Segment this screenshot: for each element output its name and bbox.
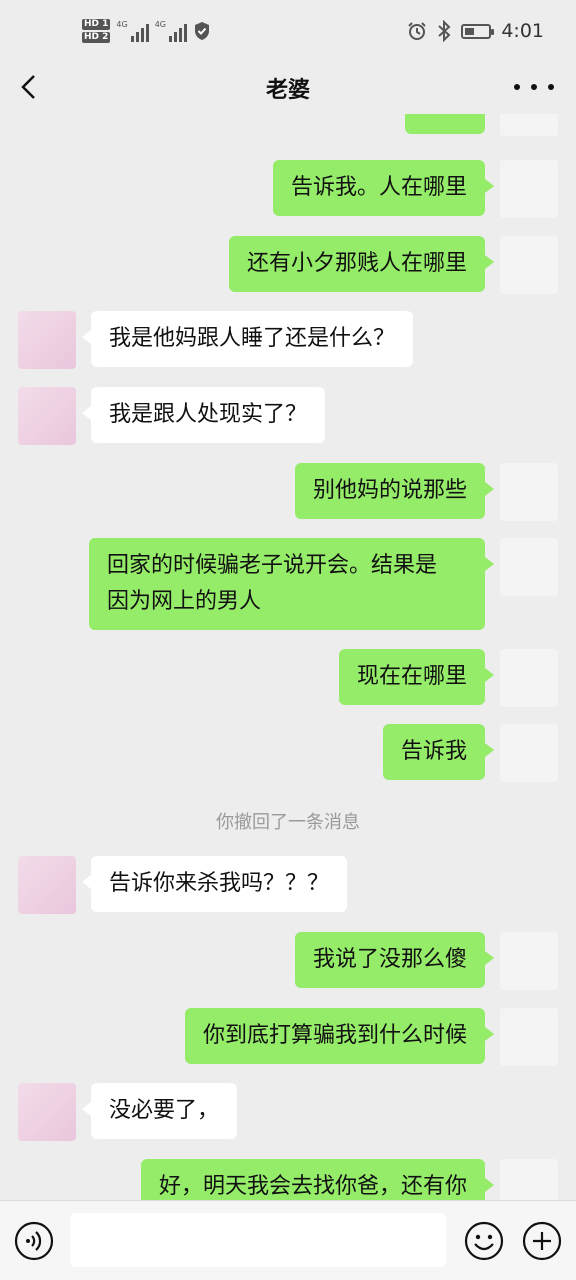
shield-icon — [195, 22, 209, 40]
system-message: 你撤回了一条消息 — [216, 812, 360, 833]
my-message-bubble[interactable]: 回家的时候骗老子说开会。结果是 因为网上的男人 — [89, 538, 494, 630]
my-message-bubble[interactable]: 告诉我 — [382, 724, 495, 780]
message-text: 没必要了， — [109, 1098, 220, 1123]
message-text: 我是他妈跟人睡了还是什么？ — [109, 326, 396, 351]
my-message-bubble[interactable]: 还有小夕那贱人在哪里 — [228, 236, 495, 292]
my-avatar[interactable] — [500, 649, 558, 707]
contact-avatar[interactable] — [18, 387, 76, 445]
alarm-icon — [408, 22, 427, 40]
plus-icon[interactable] — [522, 1221, 562, 1261]
more-dots-icon[interactable] — [514, 72, 554, 102]
my-message-bubble[interactable]: 别他妈的说那些 — [294, 463, 495, 519]
signal-icon-2: 4G — [155, 20, 187, 42]
hd2-badge: HD 2 — [82, 32, 111, 43]
message-text: 我说了没那么傻 — [312, 947, 467, 972]
contact-message-bubble[interactable]: 没必要了， — [81, 1083, 238, 1139]
message-text: 别他妈的说那些 — [312, 478, 467, 503]
my-message-bubble[interactable]: 你到底打算骗我到什么时候 — [184, 1008, 495, 1064]
contact-avatar[interactable] — [18, 311, 76, 369]
status-left: HD 1 HD 2 4G 4G — [82, 14, 211, 48]
my-avatar[interactable] — [500, 724, 558, 782]
contact-message-bubble[interactable]: 告诉你来杀我吗？？？ — [81, 856, 348, 912]
title-bar: 老婆 — [0, 60, 576, 114]
message-text: 还有小夕那贱人在哪里 — [246, 251, 467, 276]
contact-message-bubble[interactable]: 我是跟人处现实了？ — [81, 387, 326, 443]
my-avatar[interactable] — [500, 1008, 558, 1066]
clock: 4:01 — [501, 20, 544, 42]
my-message-bubble[interactable]: 好，明天我会去找你爸，还有你 — [140, 1159, 495, 1200]
message-input[interactable] — [70, 1213, 446, 1267]
contact-avatar[interactable] — [18, 1083, 76, 1141]
status-bar: HD 1 HD 2 4G 4G 4:01 — [0, 0, 576, 60]
battery-icon — [461, 23, 495, 39]
network-type-2: 4G — [154, 20, 166, 29]
bluetooth-icon — [438, 20, 451, 42]
my-message-bubble[interactable]: 现在 — [404, 114, 485, 134]
hd-badges: HD 1 HD 2 — [82, 19, 111, 43]
my-avatar[interactable] — [500, 463, 558, 521]
my-avatar[interactable] — [500, 538, 558, 596]
signal-icon-1: 4G — [116, 20, 149, 42]
chat-area[interactable]: 现在 告诉我。人在哪里 还有小夕那贱人在哪里 我是他妈跟人睡了还是什么？ 我是跟… — [0, 114, 576, 1200]
message-text: 你到底打算骗我到什么时候 — [202, 1023, 467, 1048]
message-text: 告诉你来杀我吗？？？ — [109, 871, 330, 896]
message-text: 好，明天我会去找你爸，还有你 — [158, 1174, 467, 1199]
network-type-1: 4G — [116, 20, 128, 29]
my-avatar[interactable] — [500, 114, 558, 136]
status-right: 4:01 — [407, 16, 544, 46]
my-message-bubble[interactable]: 现在在哪里 — [338, 649, 495, 705]
voice-icon[interactable] — [14, 1221, 54, 1261]
message-text: 我是跟人处现实了？ — [109, 402, 308, 427]
my-message-bubble[interactable]: 告诉我。人在哪里 — [272, 160, 495, 216]
message-text: 告诉我 — [400, 739, 467, 764]
input-bar — [0, 1200, 576, 1280]
message-text-line-2: 因为网上的男人 — [107, 589, 262, 614]
my-avatar[interactable] — [500, 160, 558, 218]
message-text: 现在在哪里 — [356, 664, 467, 689]
message-text: 现在 — [423, 114, 467, 118]
my-avatar[interactable] — [500, 236, 558, 294]
chat-title: 老婆 — [265, 78, 310, 103]
message-text: 告诉我。人在哪里 — [290, 175, 467, 200]
hd1-badge: HD 1 — [82, 19, 111, 30]
my-message-bubble[interactable]: 我说了没那么傻 — [294, 932, 495, 988]
my-avatar[interactable] — [500, 932, 558, 990]
contact-avatar[interactable] — [18, 856, 76, 914]
emoji-icon[interactable] — [464, 1221, 504, 1261]
my-avatar[interactable] — [500, 1159, 558, 1200]
contact-message-bubble[interactable]: 我是他妈跟人睡了还是什么？ — [81, 311, 414, 367]
message-text-line-1: 回家的时候骗老子说开会。结果是 — [107, 553, 438, 578]
